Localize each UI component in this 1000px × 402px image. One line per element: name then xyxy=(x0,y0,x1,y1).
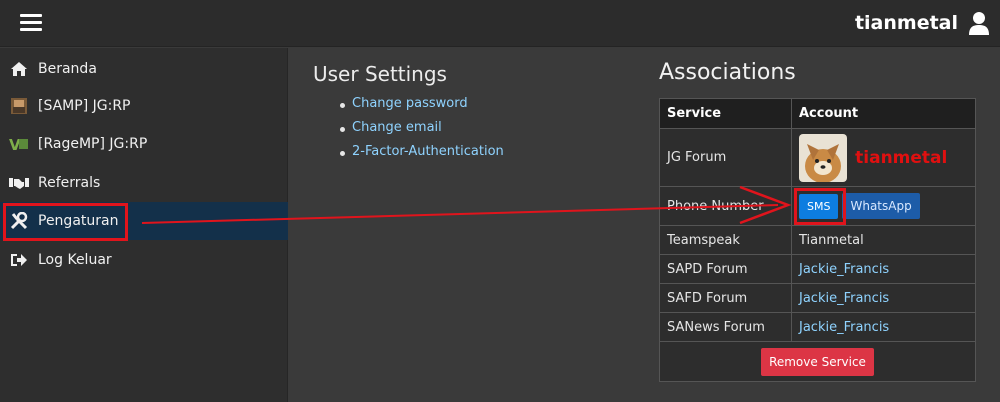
top-bar: tianmetal xyxy=(0,0,1000,47)
service-cell: JG Forum xyxy=(659,128,792,187)
user-icon[interactable] xyxy=(968,11,990,35)
account-link[interactable]: Jackie_Francis xyxy=(791,312,976,342)
list-item: 2-Factor-Authentication xyxy=(340,144,504,168)
table-row: SAPD Forum Jackie_Francis xyxy=(659,254,976,284)
sidebar-item-ragemp[interactable]: V [RageMP] JG:RP xyxy=(0,125,288,163)
wrench-screwdriver-icon xyxy=(9,211,29,231)
sidebar-item-label: [RageMP] JG:RP xyxy=(38,136,148,152)
ragemp-icon: V xyxy=(9,134,29,154)
account-link[interactable]: Jackie_Francis xyxy=(791,283,976,313)
table-row: SANews Forum Jackie_Francis xyxy=(659,312,976,342)
service-cell: SAPD Forum xyxy=(659,254,792,284)
user-settings-title: User Settings xyxy=(313,62,447,86)
hamburger-menu-icon[interactable] xyxy=(20,14,42,32)
two-factor-auth-link[interactable]: 2-Factor-Authentication xyxy=(352,144,504,159)
account-cell: tianmetal xyxy=(791,128,976,187)
list-item: Change email xyxy=(340,120,504,144)
sidebar-item-label: [SAMP] JG:RP xyxy=(38,98,131,114)
sidebar-item-label: Referrals xyxy=(38,175,101,191)
user-settings-list: Change password Change email 2-Factor-Au… xyxy=(340,96,504,168)
associations-table: Service Account JG Forum tianmetal Phone… xyxy=(659,98,976,382)
sidebar-item-samp[interactable]: [SAMP] JG:RP xyxy=(0,87,288,125)
table-row: Teamspeak Tianmetal xyxy=(659,225,976,255)
table-row: SAFD Forum Jackie_Francis xyxy=(659,283,976,313)
jg-forum-account-name[interactable]: tianmetal xyxy=(855,148,947,168)
sidebar-item-label: Log Keluar xyxy=(38,252,112,268)
username-label[interactable]: tianmetal xyxy=(855,12,958,34)
remove-service-cell: Remove Service xyxy=(659,341,976,382)
account-cell: SMS WhatsApp xyxy=(791,186,976,226)
home-icon xyxy=(9,59,29,79)
service-cell: SAFD Forum xyxy=(659,283,792,313)
remove-service-button[interactable]: Remove Service xyxy=(761,347,874,376)
change-email-link[interactable]: Change email xyxy=(352,120,442,135)
service-cell: Phone Number xyxy=(659,186,792,226)
sidebar-item-label: Beranda xyxy=(38,61,97,77)
sidebar-item-logout[interactable]: Log Keluar xyxy=(0,241,288,279)
associations-title: Associations xyxy=(659,60,796,85)
service-cell: Teamspeak xyxy=(659,225,792,255)
table-row: Remove Service xyxy=(659,341,976,382)
table-row: JG Forum tianmetal xyxy=(659,128,976,187)
column-header-account: Account xyxy=(791,98,976,129)
column-header-service: Service xyxy=(659,98,792,129)
account-link[interactable]: Jackie_Francis xyxy=(791,254,976,284)
sms-button[interactable]: SMS xyxy=(799,194,839,219)
sidebar-item-label: Pengaturan xyxy=(38,213,119,229)
logout-icon xyxy=(9,250,29,270)
service-cell: SANews Forum xyxy=(659,312,792,342)
sidebar-item-referrals[interactable]: Referrals xyxy=(0,164,288,202)
sidebar-item-pengaturan[interactable]: Pengaturan xyxy=(0,202,288,240)
avatar xyxy=(799,133,847,182)
account-cell: Tianmetal xyxy=(791,225,976,255)
handshake-icon xyxy=(9,173,29,193)
table-row: Phone Number SMS WhatsApp xyxy=(659,186,976,226)
list-item: Change password xyxy=(340,96,504,120)
change-password-link[interactable]: Change password xyxy=(352,96,468,111)
whatsapp-button[interactable]: WhatsApp xyxy=(842,193,920,219)
sidebar-item-beranda[interactable]: Beranda xyxy=(0,50,288,88)
samp-icon xyxy=(9,96,29,116)
